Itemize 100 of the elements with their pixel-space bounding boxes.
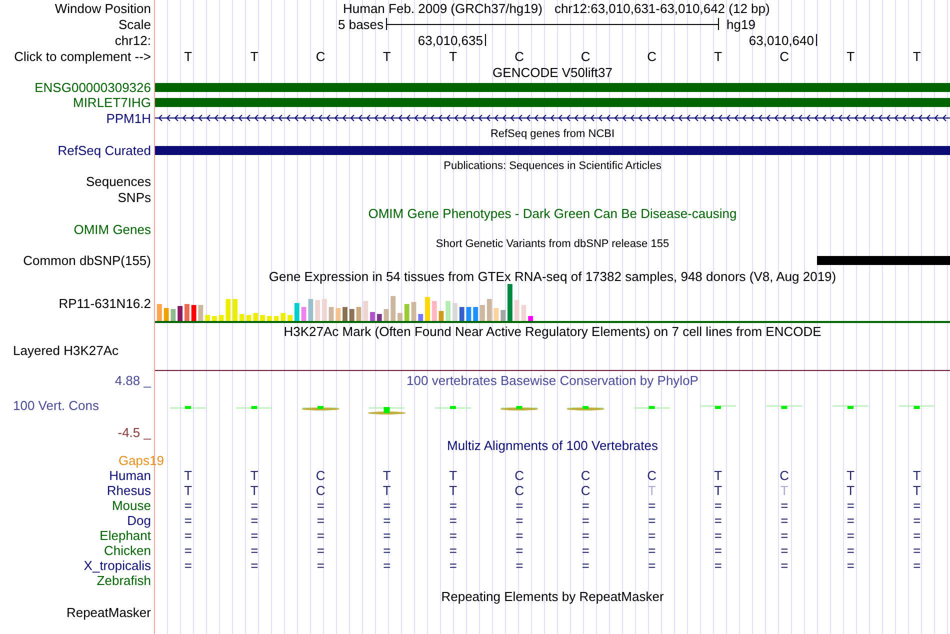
base-letter[interactable]: T xyxy=(846,50,855,62)
track-label[interactable]: 100 Vert. Cons xyxy=(13,399,99,412)
track-label[interactable]: SNPs xyxy=(118,190,151,204)
track-label[interactable]: RepeatMasker xyxy=(66,606,151,618)
alignment-base: = xyxy=(714,529,722,542)
alignment-base: = xyxy=(582,499,590,512)
species-label[interactable]: Mouse xyxy=(112,499,151,512)
alignment-base: T xyxy=(449,484,458,497)
alignment-base: T xyxy=(382,484,391,497)
base-letter[interactable]: T xyxy=(184,50,192,62)
alignment-base: = xyxy=(648,559,656,572)
scale-label: Scale xyxy=(118,18,151,30)
species-label[interactable]: Rhesus xyxy=(106,484,151,497)
track-label[interactable]: Sequences xyxy=(86,175,151,188)
alignment-base: = xyxy=(714,559,722,572)
gene-label[interactable]: MIRLET7IHG xyxy=(72,96,151,109)
track-label[interactable]: RP11-631N16.2 xyxy=(58,297,151,310)
alignment-base: = xyxy=(449,544,457,557)
alignment-base: = xyxy=(846,559,854,572)
scale-text: 5 bases xyxy=(338,18,384,30)
base-letter[interactable]: C xyxy=(780,50,790,62)
species-label[interactable]: X_tropicalis xyxy=(84,559,151,572)
alignment-base: = xyxy=(582,514,590,527)
alignment-base: C xyxy=(580,469,590,482)
gene-bar[interactable] xyxy=(155,146,950,154)
alignment-base: T xyxy=(648,484,656,497)
alignment-base: = xyxy=(913,544,921,557)
alignment-base: = xyxy=(449,499,457,512)
alignment-base: = xyxy=(250,544,258,557)
alignment-base: = xyxy=(449,529,457,542)
gene-label[interactable]: PPM1H xyxy=(106,112,151,124)
alignment-base: = xyxy=(449,559,457,572)
alignment-base: = xyxy=(846,514,854,527)
complement-link[interactable]: Click to complement --> xyxy=(14,50,151,62)
alignment-base: = xyxy=(582,559,590,572)
alignment-base: = xyxy=(184,529,192,542)
base-letter[interactable]: T xyxy=(714,50,722,62)
alignment-base: = xyxy=(846,529,854,542)
alignment-base: = xyxy=(184,514,192,527)
alignment-base: T xyxy=(382,469,391,482)
alignment-base: = xyxy=(383,559,391,572)
track-title: RefSeq genes from NCBI xyxy=(490,128,615,140)
window-position-label: Window Position xyxy=(54,2,151,14)
variant-bar[interactable] xyxy=(817,256,950,264)
alignment-base: T xyxy=(250,469,258,482)
base-letter[interactable]: T xyxy=(449,50,458,62)
alignment-base: = xyxy=(648,499,656,512)
alignment-base: T xyxy=(184,484,192,497)
gene-label[interactable]: ENSG00000309326 xyxy=(34,81,151,94)
alignment-base: T xyxy=(846,469,855,482)
alignment-base: = xyxy=(184,544,192,557)
track-title: Gene Expression in 54 tissues from GTEx RNA-seq of 17382 samples, 948 donors (V8, Aug 2019) xyxy=(268,270,836,282)
alignment-base: = xyxy=(913,529,921,542)
alignment-base: C xyxy=(514,484,524,497)
alignment-base: = xyxy=(316,529,324,542)
alignment-base: C xyxy=(780,469,790,482)
track-label[interactable]: Common dbSNP(155) xyxy=(23,254,151,266)
alignment-base: T xyxy=(912,469,921,482)
alignment-base: = xyxy=(780,529,788,542)
gaps-label: Gaps19 xyxy=(118,454,164,467)
alignment-base: = xyxy=(714,499,722,512)
alignment-base: = xyxy=(582,529,590,542)
base-letter[interactable]: C xyxy=(514,50,524,62)
alignment-base: = xyxy=(383,499,391,512)
alignment-base: = xyxy=(383,514,391,527)
alignment-base: = xyxy=(316,559,324,572)
alignment-base: = xyxy=(913,559,921,572)
tick-mark xyxy=(816,34,817,46)
track-label[interactable]: RefSeq Curated xyxy=(58,144,151,156)
base-letter[interactable]: C xyxy=(647,50,657,62)
alignment-base: = xyxy=(184,499,192,512)
track-label[interactable]: OMIM Genes xyxy=(74,222,151,236)
species-label[interactable]: Chicken xyxy=(104,544,151,557)
alignment-base: C xyxy=(647,469,657,482)
base-letter[interactable]: C xyxy=(580,50,590,62)
species-label[interactable]: Zebrafish xyxy=(96,574,151,587)
alignment-base: = xyxy=(582,544,590,557)
alignment-base: = xyxy=(449,514,457,527)
assembly-title: Human Feb. 2009 (GRCh37/hg19) xyxy=(343,2,542,14)
alignment-base: = xyxy=(780,514,788,527)
axis-max-label: 4.88 _ xyxy=(114,374,151,387)
alignment-base: = xyxy=(714,544,722,557)
base-letter[interactable]: T xyxy=(382,50,391,62)
alignment-base: T xyxy=(714,484,722,497)
base-letter[interactable]: T xyxy=(912,50,921,62)
assembly-name: hg19 xyxy=(726,18,756,30)
alignment-base: = xyxy=(780,499,788,512)
alignment-base: C xyxy=(316,484,326,497)
alignment-base: = xyxy=(250,559,258,572)
species-label[interactable]: Human xyxy=(109,469,151,482)
species-label[interactable]: Dog xyxy=(127,514,151,527)
alignment-base: = xyxy=(913,499,921,512)
alignment-base: C xyxy=(316,469,326,482)
base-letter[interactable]: T xyxy=(250,50,258,62)
species-label[interactable]: Elephant xyxy=(100,529,151,542)
alignment-base: = xyxy=(516,529,524,542)
base-letter[interactable]: C xyxy=(316,50,326,62)
alignment-base: = xyxy=(516,559,524,572)
track-title: Repeating Elements by RepeatMasker xyxy=(441,590,664,602)
track-label[interactable]: Layered H3K27Ac xyxy=(13,344,119,357)
